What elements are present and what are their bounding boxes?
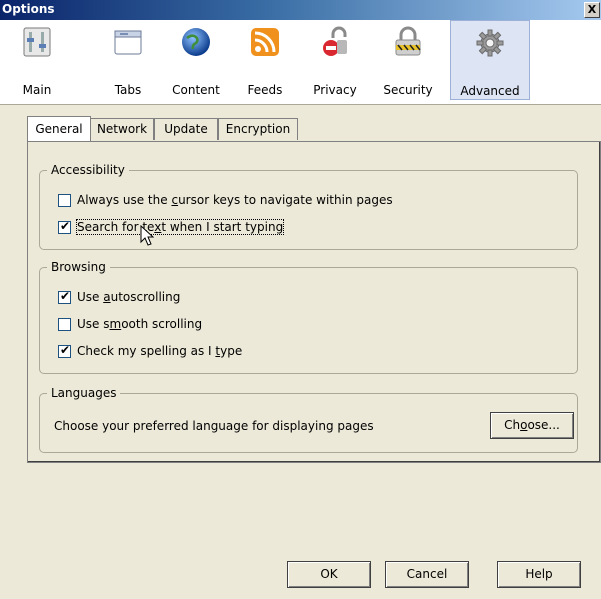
- languages-group: Languages Choose your preferred language…: [39, 386, 578, 453]
- main-settings-icon: [23, 27, 51, 57]
- toolbar-feeds-label: Feeds: [247, 83, 283, 97]
- tab-general[interactable]: General: [27, 116, 91, 141]
- tab-encryption[interactable]: Encryption: [218, 118, 298, 140]
- checkmark-icon: ✔: [60, 289, 71, 303]
- checkmark-icon: ✔: [60, 343, 71, 357]
- search-text-checkbox[interactable]: ✔: [58, 219, 71, 234]
- help-button[interactable]: Help: [497, 561, 581, 588]
- autoscroll-label: Use autoscrolling: [77, 290, 181, 304]
- cursor-keys-checkbox[interactable]: [58, 194, 71, 207]
- cancel-button[interactable]: Cancel: [385, 561, 469, 588]
- tabs-icon: [114, 30, 142, 55]
- toolbar-content[interactable]: Content: [164, 20, 228, 102]
- security-padlock-icon: [395, 26, 421, 56]
- accessibility-legend: Accessibility: [47, 163, 129, 177]
- advanced-panel: General Network Update Encryption Access…: [0, 105, 601, 599]
- mouse-pointer-icon: [140, 225, 154, 246]
- browsing-group: Browsing ✔ Use autoscrolling Use smooth …: [39, 260, 578, 374]
- accessibility-group: Accessibility Always use the cursor keys…: [39, 163, 578, 250]
- rss-feed-icon: [251, 28, 279, 56]
- globe-icon: [182, 28, 210, 56]
- cursor-keys-label: Always use the cursor keys to navigate w…: [77, 193, 393, 207]
- languages-description: Choose your preferred language for displ…: [54, 419, 374, 433]
- close-button[interactable]: X: [584, 2, 600, 18]
- ok-button[interactable]: OK: [287, 561, 371, 588]
- gear-icon: [476, 29, 504, 57]
- toolbar-security[interactable]: Security: [376, 20, 440, 102]
- checkmark-icon: ✔: [60, 219, 71, 233]
- toolbar-tabs[interactable]: Tabs: [106, 20, 150, 102]
- toolbar-feeds[interactable]: Feeds: [240, 20, 290, 102]
- search-text-label: Search for text when I start typing: [75, 219, 285, 235]
- choose-language-button[interactable]: Choose...: [490, 412, 574, 439]
- smooth-scrolling-checkbox[interactable]: [58, 318, 71, 331]
- toolbar-main-label: Main: [22, 83, 52, 97]
- tab-network[interactable]: Network: [90, 118, 154, 140]
- smooth-scrolling-label: Use smooth scrolling: [77, 317, 203, 331]
- toolbar-advanced-label: Advanced: [460, 84, 520, 98]
- languages-legend: Languages: [47, 386, 121, 400]
- spellcheck-checkbox[interactable]: ✔: [58, 343, 71, 358]
- tab-update[interactable]: Update: [154, 118, 218, 140]
- toolbar-main[interactable]: Main: [13, 20, 61, 102]
- spellcheck-label: Check my spelling as I type: [77, 344, 243, 358]
- browsing-legend: Browsing: [47, 260, 110, 274]
- toolbar-tabs-label: Tabs: [114, 83, 142, 97]
- title-bar[interactable]: Options X: [0, 0, 601, 20]
- autoscroll-checkbox[interactable]: ✔: [58, 289, 71, 304]
- general-tab-panel: Accessibility Always use the cursor keys…: [27, 141, 601, 463]
- privacy-lock-icon: [323, 26, 347, 56]
- toolbar-privacy[interactable]: Privacy: [306, 20, 364, 102]
- window-title: Options: [2, 2, 55, 16]
- toolbar-security-label: Security: [383, 83, 433, 97]
- toolbar-advanced[interactable]: Advanced: [450, 20, 530, 100]
- toolbar-content-label: Content: [172, 83, 220, 97]
- category-toolbar: Main Tabs Content Feeds Privacy Security…: [0, 20, 601, 105]
- toolbar-privacy-label: Privacy: [313, 83, 357, 97]
- options-window: Options X Main Tabs Content Feeds Privac…: [0, 0, 601, 599]
